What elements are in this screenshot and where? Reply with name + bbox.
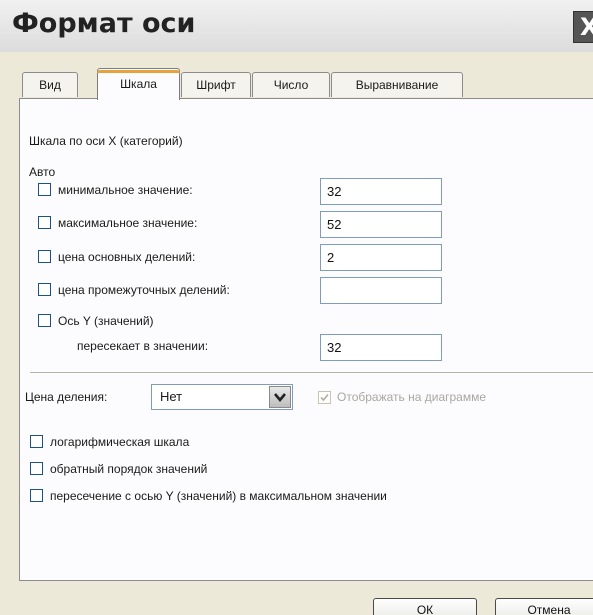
- separator: [30, 372, 593, 373]
- cross-at-max-label: пересечение с осью Y (значений) в максим…: [50, 489, 387, 503]
- ok-button-label: ОК: [416, 603, 434, 615]
- crosses-value-text: 32: [327, 340, 342, 355]
- cross-at-max-checkbox[interactable]: [30, 489, 43, 502]
- log-scale-checkbox[interactable]: [30, 435, 43, 448]
- tab-scale-label: Шкала: [120, 77, 157, 91]
- max-label: максимальное значение:: [58, 216, 198, 230]
- auto-label: Авто: [29, 165, 56, 179]
- cancel-button[interactable]: Отмена: [495, 598, 593, 615]
- auto-min-checkbox[interactable]: [38, 183, 51, 196]
- active-tab-indicator: [97, 70, 180, 73]
- chevron-down-icon: [274, 393, 286, 403]
- crosses-value-input[interactable]: 32: [320, 334, 442, 361]
- scale-heading: Шкала по оси X (категорий): [29, 134, 183, 148]
- minor-value-input[interactable]: [320, 277, 442, 304]
- close-icon: X: [580, 13, 593, 41]
- max-value-input[interactable]: 52: [320, 211, 442, 238]
- yaxis-label: Ось Y (значений): [58, 314, 154, 328]
- tab-number[interactable]: Число: [252, 72, 330, 97]
- dropdown-button[interactable]: [269, 386, 291, 408]
- auto-crosses-checkbox[interactable]: [38, 314, 51, 327]
- format-axis-dialog: Формат оси X Вид Шкала Шрифт Число Вырав…: [0, 0, 593, 615]
- tab-font-label: Шрифт: [196, 78, 236, 92]
- minor-label: цена промежуточных делений:: [58, 283, 230, 297]
- scale-panel: Шкала по оси X (категорий) Авто минималь…: [19, 98, 593, 581]
- log-scale-label: логарифмическая шкала: [50, 435, 190, 449]
- cancel-button-label: Отмена: [527, 603, 571, 615]
- checkmark-icon: [320, 393, 329, 402]
- title-bar: Формат оси X: [0, 0, 593, 52]
- dialog-title: Формат оси: [12, 8, 196, 39]
- show-on-chart-checkbox[interactable]: [318, 391, 331, 404]
- auto-major-checkbox[interactable]: [38, 250, 51, 263]
- display-units-value: Нет: [160, 389, 183, 404]
- major-value-input[interactable]: 2: [320, 244, 442, 271]
- close-button[interactable]: X: [573, 11, 593, 43]
- max-value-text: 52: [327, 217, 342, 232]
- min-label: минимальное значение:: [58, 183, 193, 197]
- tab-number-label: Число: [273, 78, 309, 92]
- display-units-select[interactable]: Нет: [151, 384, 293, 410]
- tab-alignment[interactable]: Выравнивание: [331, 72, 463, 97]
- tab-alignment-label: Выравнивание: [355, 78, 439, 92]
- show-on-chart-label: Отображать на диаграмме: [337, 390, 487, 404]
- tab-view[interactable]: Вид: [22, 72, 78, 97]
- reverse-order-label: обратный порядок значений: [50, 462, 208, 476]
- min-value-input[interactable]: 32: [320, 178, 442, 205]
- ok-button[interactable]: ОК: [373, 598, 477, 615]
- auto-max-checkbox[interactable]: [38, 216, 51, 229]
- crosses-label: пересекает в значении:: [77, 339, 209, 353]
- tab-view-label: Вид: [39, 78, 61, 92]
- major-label: цена основных делений:: [58, 250, 196, 264]
- auto-minor-checkbox[interactable]: [38, 283, 51, 296]
- display-units-label: Цена деления:: [25, 390, 108, 404]
- major-value-text: 2: [327, 250, 335, 265]
- tab-font[interactable]: Шрифт: [181, 72, 251, 97]
- reverse-order-checkbox[interactable]: [30, 462, 43, 475]
- min-value-text: 32: [327, 184, 342, 199]
